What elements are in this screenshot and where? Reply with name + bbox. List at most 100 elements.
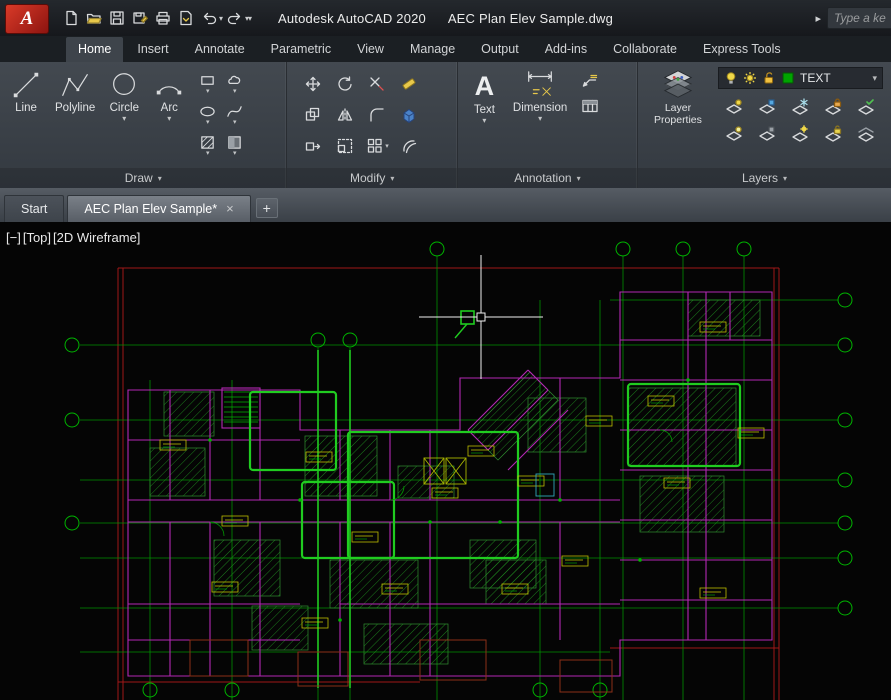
new-drawing-button[interactable] [60, 7, 82, 29]
copy-icon [306, 107, 320, 121]
viewport-view-control[interactable]: [Top] [23, 230, 51, 245]
stairs [224, 391, 258, 423]
text-dropdown[interactable]: ▾ [482, 117, 486, 125]
draw-expand-icon: ▾ [157, 173, 162, 183]
explode-button[interactable] [393, 99, 425, 130]
rotate-icon [338, 75, 353, 91]
save-as-button[interactable] [129, 7, 151, 29]
layer-color-swatch [782, 72, 794, 84]
layers-panel-footer[interactable]: Layers ▾ [637, 168, 891, 188]
save-button[interactable] [106, 7, 128, 29]
modify-panel-footer[interactable]: Modify ▾ [287, 168, 457, 188]
tab-home[interactable]: Home [66, 37, 124, 62]
tab-manage[interactable]: Manage [398, 37, 467, 62]
layer-on-button[interactable] [718, 120, 751, 147]
new-tab-button[interactable]: + [255, 198, 278, 218]
hatch-button[interactable]: ▾ [194, 130, 221, 161]
drawing-area[interactable]: [−] [Top] [2D Wireframe] [0, 222, 891, 700]
arc-button[interactable]: Arc ▾ [149, 67, 189, 124]
tab-view[interactable]: View [345, 37, 396, 62]
table-button[interactable] [581, 97, 599, 115]
layer-lock-button[interactable] [817, 93, 850, 120]
save-icon [110, 11, 124, 25]
redo-button[interactable] [224, 7, 246, 29]
layer-freeze-button[interactable] [784, 93, 817, 120]
dimension-button[interactable]: Dimension ▾ [509, 67, 571, 124]
stretch-icon [306, 141, 321, 151]
circle-button[interactable]: Circle ▾ [104, 67, 144, 124]
publish-button[interactable] [175, 7, 197, 29]
undo-button[interactable] [198, 7, 220, 29]
application-menu-button[interactable]: A [4, 3, 50, 35]
layer-isolate-button[interactable] [751, 93, 784, 120]
file-tab-start[interactable]: Start [4, 195, 65, 222]
modify-expand-icon: ▾ [390, 173, 395, 183]
close-tab-icon[interactable]: × [226, 202, 234, 215]
dimension-dropdown[interactable]: ▾ [538, 115, 542, 123]
fillet-button[interactable] [361, 99, 393, 130]
layer-off-icon [726, 98, 743, 114]
undo-dropdown[interactable]: ▾ [219, 14, 223, 23]
copy-button[interactable] [297, 99, 329, 130]
array-button[interactable]: ▾ [361, 130, 393, 161]
spline-button[interactable]: ▾ [221, 99, 248, 130]
search-arrow-icon[interactable]: ▸ [815, 12, 821, 25]
gradient-button[interactable]: ▾ [221, 130, 248, 161]
arc-dropdown[interactable]: ▾ [167, 115, 171, 123]
rotate-button[interactable] [329, 68, 361, 99]
layer-unlock-button[interactable] [817, 120, 850, 147]
mirror-icon [338, 107, 353, 122]
revision-cloud-button[interactable]: ▾ [221, 68, 248, 99]
open-folder-icon [86, 13, 102, 24]
layer-match-button[interactable] [850, 93, 883, 120]
layer-freeze-icon [792, 97, 809, 115]
layer-unisolate-button[interactable] [751, 120, 784, 147]
stretch-button[interactable] [297, 130, 329, 161]
mirror-button[interactable] [329, 99, 361, 130]
tab-parametric[interactable]: Parametric [259, 37, 343, 62]
plot-button[interactable] [152, 7, 174, 29]
tab-annotate[interactable]: Annotate [183, 37, 257, 62]
offset-button[interactable] [393, 130, 425, 161]
tab-insert[interactable]: Insert [125, 37, 180, 62]
polyline-button[interactable]: Polyline [51, 67, 99, 116]
layer-thaw-button[interactable] [784, 120, 817, 147]
quick-access-toolbar: ▾ ▾ ▾ [60, 7, 252, 29]
layer-dropdown[interactable]: TEXT ▾ [717, 67, 883, 89]
qat-customize-dropdown[interactable]: ▾ [248, 14, 252, 23]
tab-express-tools[interactable]: Express Tools [691, 37, 793, 62]
erase-button[interactable] [393, 68, 425, 99]
redo-icon [227, 12, 241, 25]
multileader-button[interactable] [581, 71, 599, 89]
rectangle-button[interactable]: ▾ [194, 68, 221, 99]
layer-walk-button[interactable] [850, 120, 883, 147]
rectangle-icon [201, 76, 215, 85]
tab-output[interactable]: Output [469, 37, 531, 62]
layer-unlock-icon [764, 72, 773, 84]
cad-floor-plan [64, 241, 853, 700]
viewport-minimize-control[interactable]: [−] [6, 230, 21, 245]
open-button[interactable] [83, 7, 105, 29]
trim-button[interactable] [361, 68, 393, 99]
line-button[interactable]: Line [6, 67, 46, 116]
publish-sheet-icon [180, 10, 192, 26]
search-input[interactable]: Type a ke [827, 7, 891, 29]
viewport-visual-style-control[interactable]: [2D Wireframe] [53, 230, 140, 245]
file-tab-document[interactable]: AEC Plan Elev Sample* × [67, 195, 251, 222]
crosshair-cursor [419, 255, 543, 379]
move-button[interactable] [297, 68, 329, 99]
draw-panel-footer[interactable]: Draw ▾ [0, 168, 287, 188]
move-icon [306, 76, 321, 91]
layer-walk-icon [858, 126, 875, 142]
annotation-panel-footer[interactable]: Annotation ▾ [457, 168, 637, 188]
layer-properties-button[interactable]: Layer Properties [644, 67, 712, 128]
circle-dropdown[interactable]: ▾ [122, 115, 126, 123]
tab-collaborate[interactable]: Collaborate [601, 37, 689, 62]
ellipse-button[interactable]: ▾ [194, 99, 221, 130]
text-button[interactable]: A Text ▾ [470, 67, 499, 126]
explode-icon [403, 108, 415, 123]
tab-add-ins[interactable]: Add-ins [533, 37, 599, 62]
scale-button[interactable] [329, 130, 361, 161]
line-icon [13, 72, 39, 98]
layer-off-button[interactable] [718, 93, 751, 120]
